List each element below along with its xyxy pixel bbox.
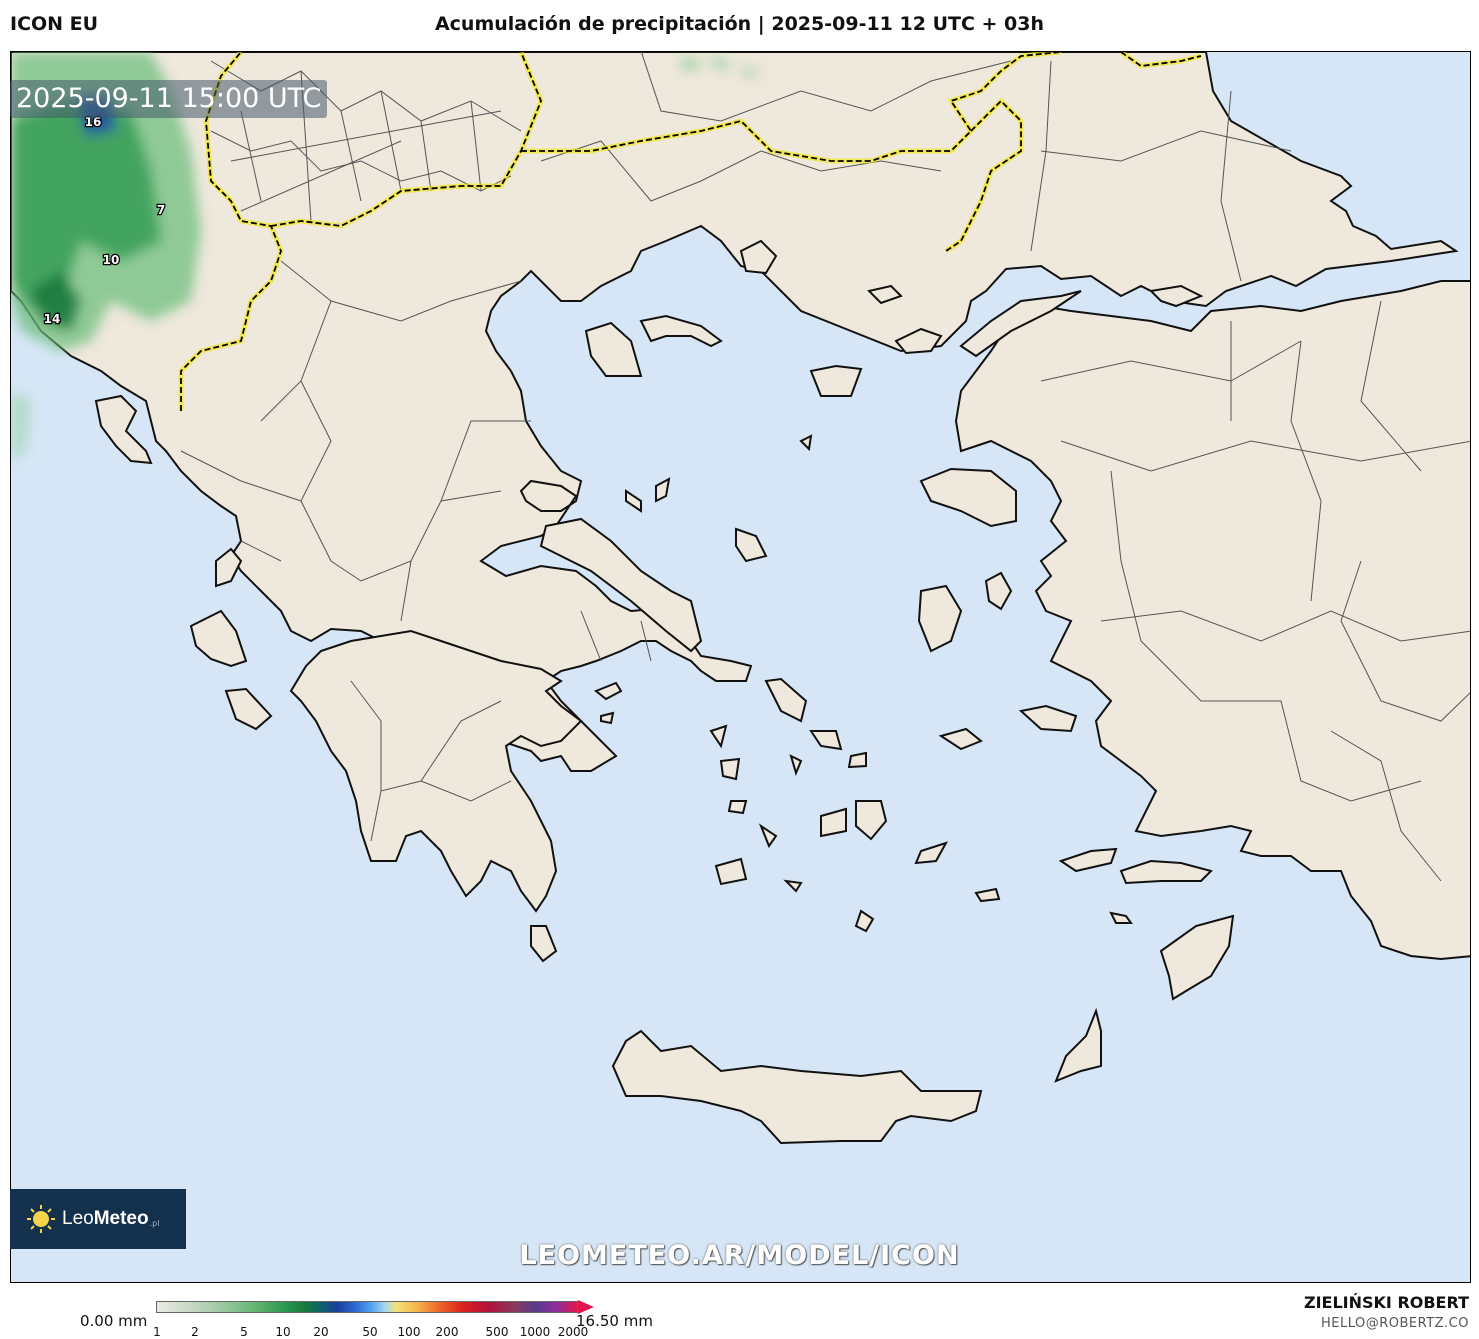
precip-label-14: 14 <box>44 312 61 326</box>
colorbar-tick: 200 <box>435 1325 459 1339</box>
colorbar <box>156 1301 578 1313</box>
colorbar-tick: 10 <box>275 1325 291 1339</box>
colorbar-tick: 5 <box>240 1325 248 1339</box>
precip-label-7: 7 <box>157 203 165 217</box>
author-name: ZIELIŃSKI ROBERT <box>1303 1293 1469 1312</box>
colorbar-tick: 2000 <box>557 1325 589 1339</box>
author-email[interactable]: HELLO@ROBERTZ.CO <box>1321 1316 1469 1331</box>
colorbar-tick: 1000 <box>519 1325 551 1339</box>
colorbar-tick: 500 <box>485 1325 509 1339</box>
colorbar-tick: 100 <box>397 1325 421 1339</box>
colorbar-tick: 20 <box>313 1325 329 1339</box>
colorbar-tick: 50 <box>362 1325 378 1339</box>
valid-time-badge: 2025-09-11 15:00 UTC <box>10 80 328 118</box>
precip-label-10: 10 <box>103 253 120 267</box>
colorbar-min-label: 0.00 mm <box>80 1312 148 1330</box>
colorbar-tick: 2 <box>191 1325 199 1339</box>
map-svg: 16 7 10 14 <box>11 52 1470 1282</box>
map-canvas[interactable]: 16 7 10 14 <box>10 51 1471 1283</box>
logo-wordmark: LeoMeteo <box>62 1208 149 1229</box>
map-title: Acumulación de precipitación | 2025-09-1… <box>434 13 1045 35</box>
site-watermark: LEOMETEO.AR/MODEL/ICON <box>519 1240 960 1271</box>
logo-suffix: .pl <box>149 1218 160 1228</box>
sun-icon <box>26 1204 56 1234</box>
colorbar-tick: 1 <box>153 1325 161 1339</box>
